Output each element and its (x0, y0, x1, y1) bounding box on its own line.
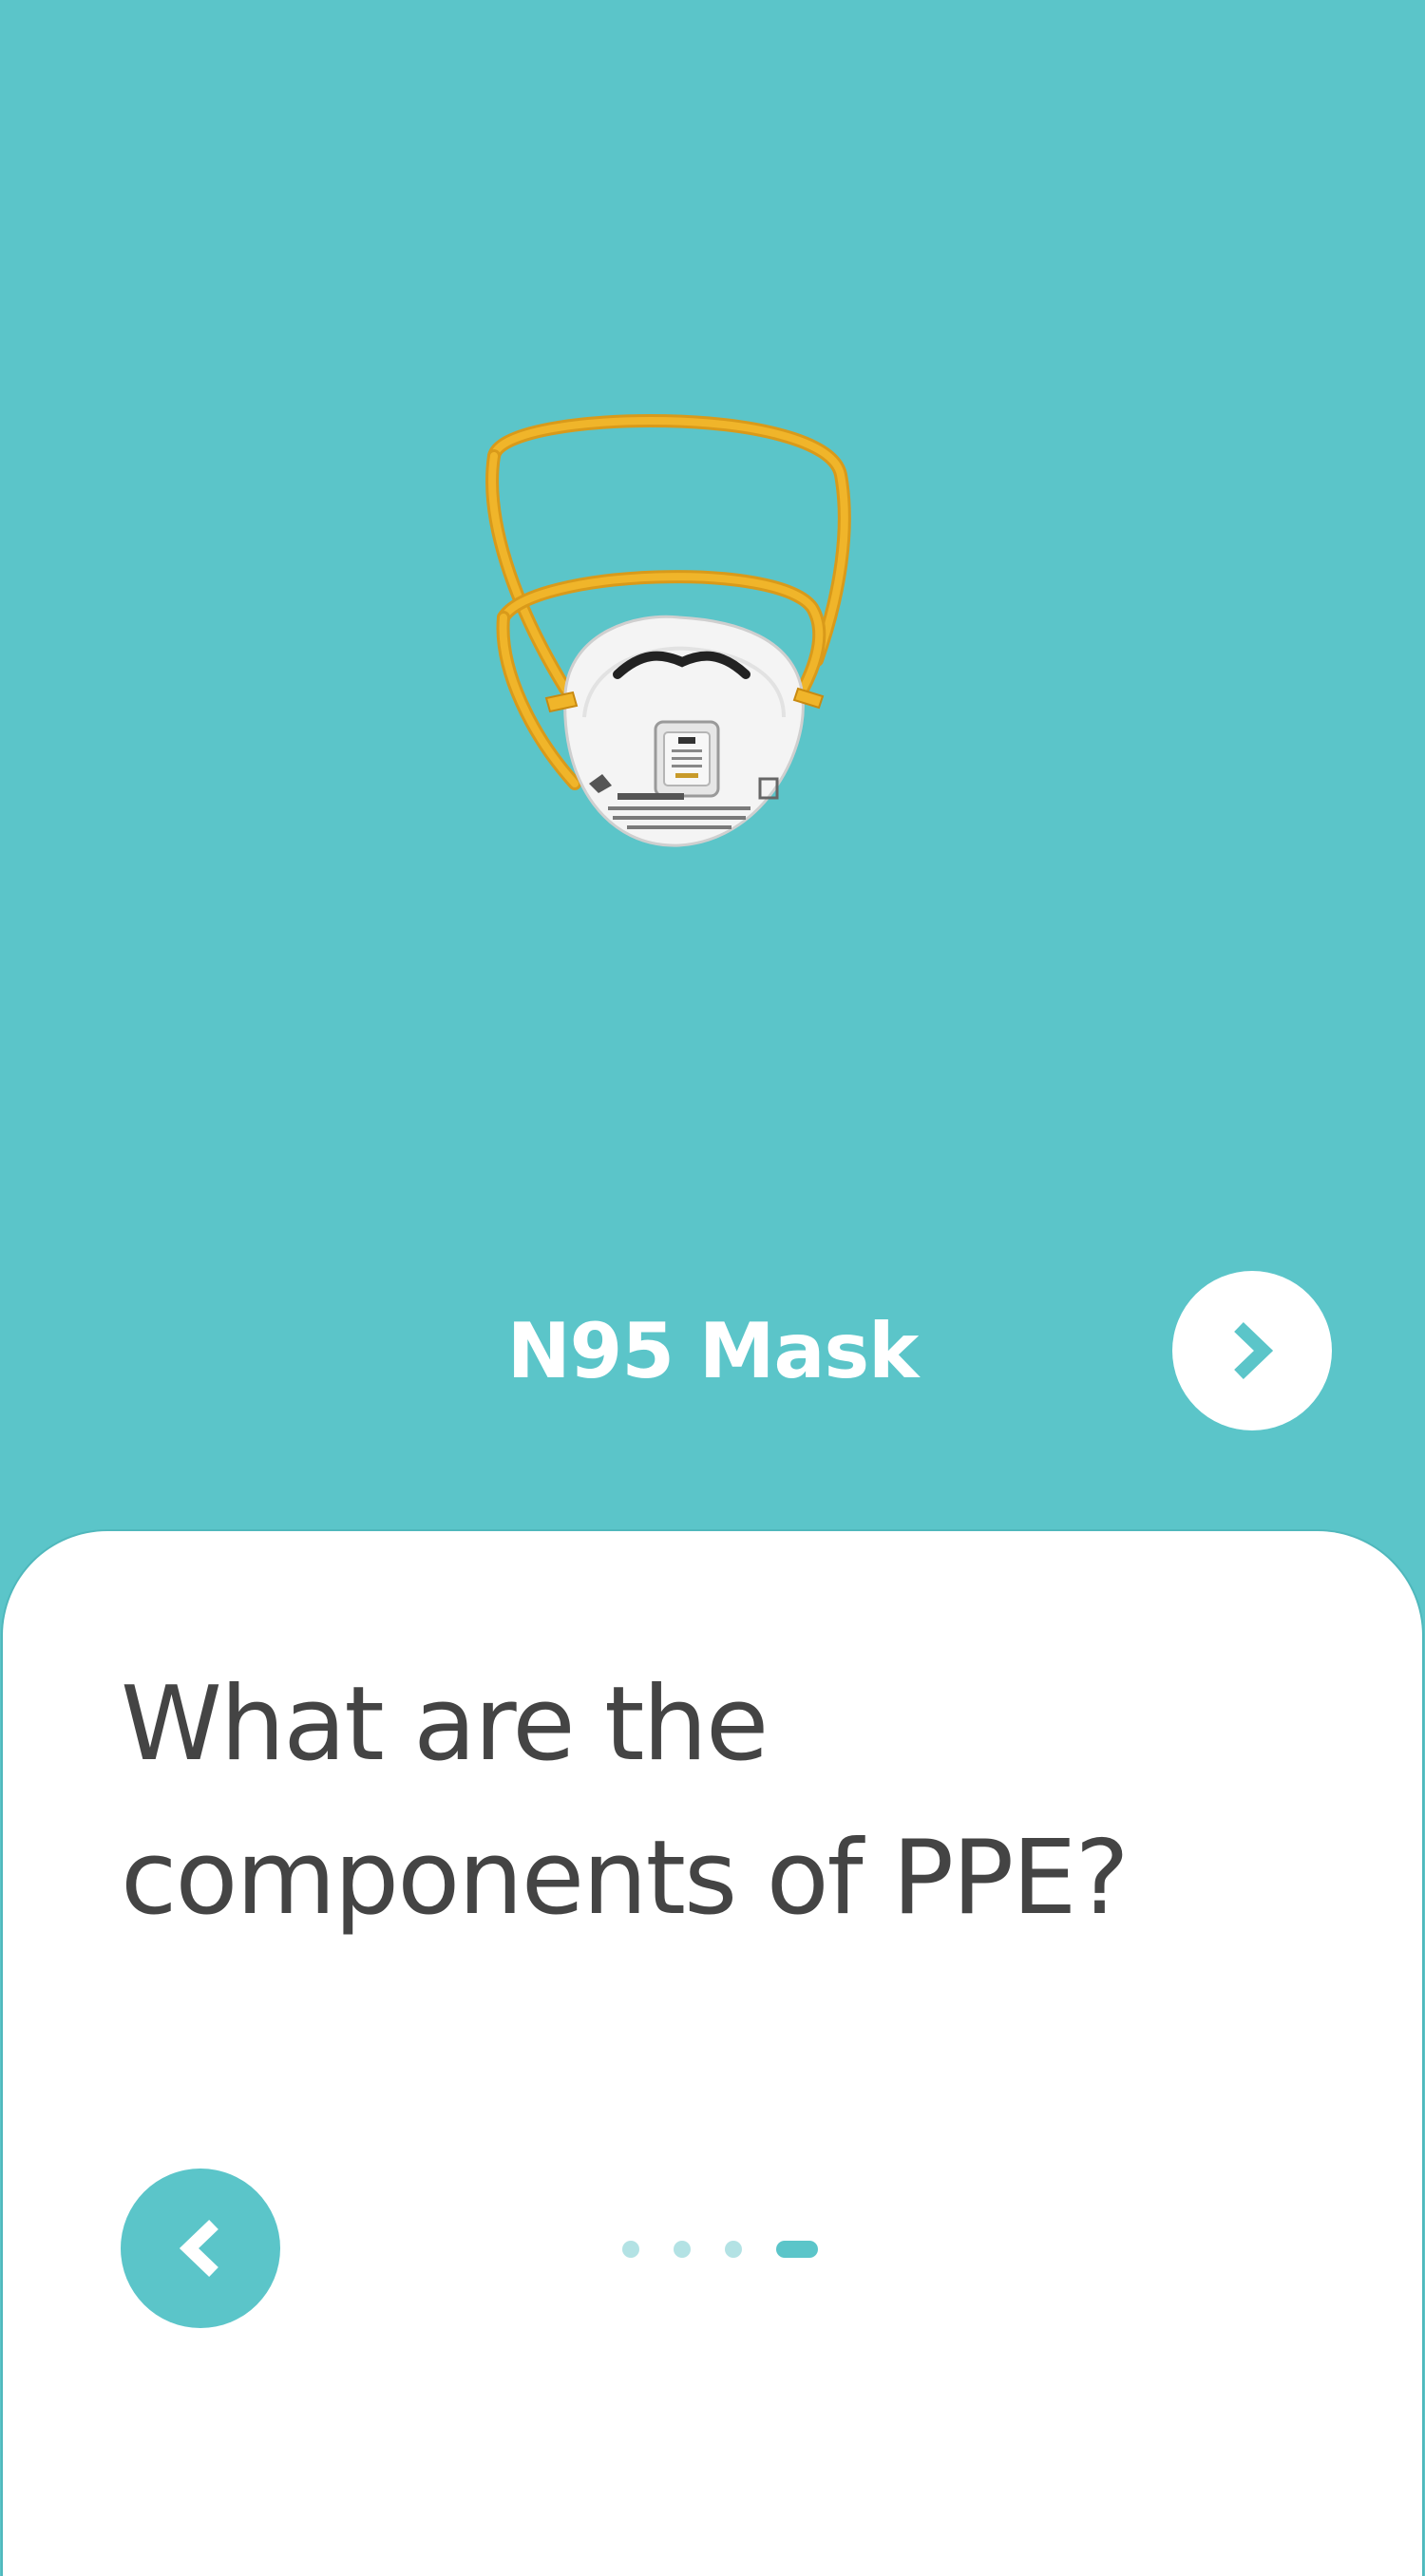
chevron-right-icon (1234, 1321, 1274, 1380)
page-dot-4-active[interactable] (776, 2241, 818, 2258)
chevron-left-icon (179, 2219, 218, 2278)
page-indicator (622, 2240, 818, 2259)
next-button[interactable] (1172, 1271, 1332, 1430)
question-text: What are the components of PPE? (121, 1665, 1130, 1938)
hero-section: N95 Mask (0, 0, 1425, 1531)
page-dot-3[interactable] (725, 2241, 742, 2258)
n95-mask-image (485, 413, 851, 847)
page-dot-2[interactable] (674, 2241, 691, 2258)
previous-button[interactable] (121, 2169, 280, 2328)
page-dot-1[interactable] (622, 2241, 639, 2258)
